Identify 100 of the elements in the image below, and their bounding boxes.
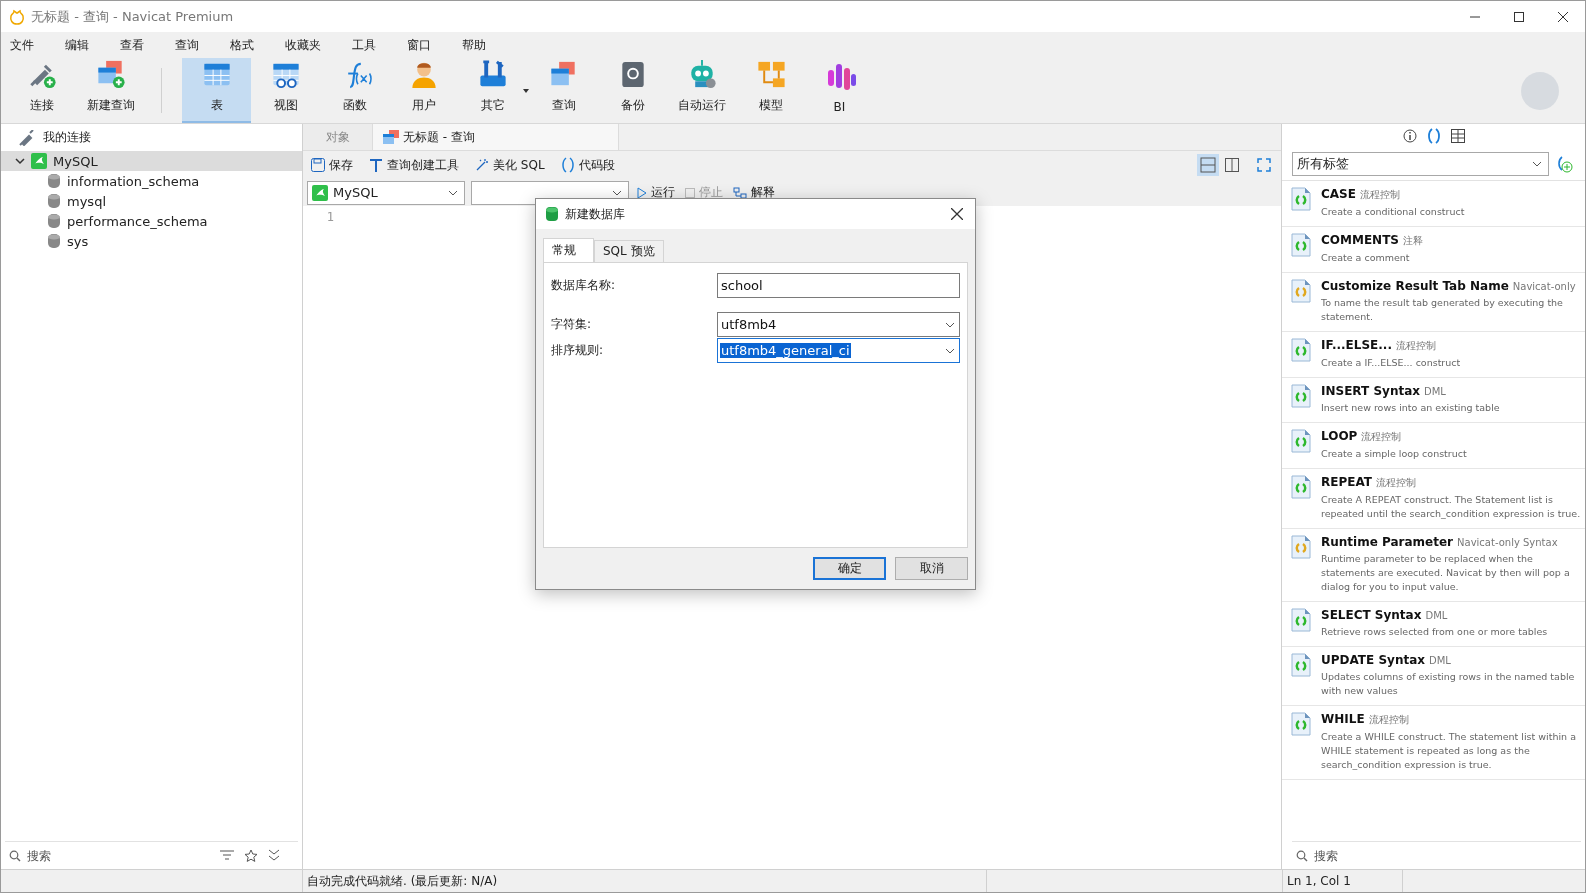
menu-item[interactable]: 查询: [168, 36, 211, 54]
magic-wand-icon: [475, 158, 489, 172]
ok-button[interactable]: 确定: [813, 557, 886, 580]
tree-item[interactable]: MySQL: [1, 151, 302, 171]
menu-item[interactable]: 工具: [345, 36, 388, 54]
toolbar-button[interactable]: 运行: [635, 184, 677, 201]
menu-item[interactable]: 格式: [223, 36, 266, 54]
snippet-item[interactable]: SELECT Syntax DML Retrieve rows selected from one or more tables: [1282, 602, 1585, 647]
toolbar-button[interactable]: 用户: [389, 58, 458, 123]
chevron-down-icon[interactable]: [15, 156, 25, 166]
tab[interactable]: SQL 预览: [594, 240, 664, 262]
snippet-item[interactable]: INSERT Syntax DML Insert new rows into an existing table: [1282, 378, 1585, 423]
toolbar-button[interactable]: 新建查询: [76, 58, 145, 123]
explain-icon: [733, 186, 747, 199]
search-icon: [1296, 849, 1308, 862]
toolbar-button[interactable]: 函数: [320, 58, 389, 123]
fullscreen-icon[interactable]: [1257, 158, 1271, 172]
snippet-icon: [1291, 712, 1311, 736]
tree-item[interactable]: information_schema: [1, 171, 302, 191]
snippet-item[interactable]: UPDATE Syntax DML Updates columns of existing rows in the named table with new values: [1282, 647, 1585, 706]
menu-item[interactable]: 编辑: [58, 36, 101, 54]
tree-item[interactable]: performance_schema: [1, 211, 302, 231]
builder-icon: [369, 158, 383, 172]
search-field[interactable]: 搜索: [1312, 847, 1462, 864]
toolbar-button[interactable]: 视图: [251, 58, 320, 123]
search-icon: [9, 849, 21, 862]
snippet-icon: [1291, 535, 1311, 559]
menu-item[interactable]: 窗口: [400, 36, 443, 54]
toolbar-button[interactable]: 查询: [529, 58, 598, 123]
connection-select[interactable]: MySQL: [307, 180, 465, 205]
database-icon: [47, 173, 61, 189]
snippet-item[interactable]: CASE 流程控制 Create a conditional construct: [1282, 181, 1585, 227]
select-field[interactable]: utf8mb4_general_ci: [717, 338, 960, 363]
chevron-down-icon: [1532, 161, 1542, 167]
save-icon: [311, 158, 325, 172]
snippet-icon: [1291, 429, 1311, 453]
snippet-item[interactable]: COMMENTS 注释 Create a comment: [1282, 227, 1585, 273]
toolbar-button[interactable]: 表: [182, 58, 251, 123]
toolbar-button[interactable]: 其它: [458, 58, 527, 123]
toolbar-button[interactable]: 模型: [736, 58, 805, 123]
tree-item[interactable]: sys: [1, 231, 302, 251]
tag-filter-select[interactable]: 所有标签: [1292, 152, 1549, 176]
toolbar-button[interactable]: 自动运行: [667, 58, 736, 123]
snippet-icon: [1291, 608, 1311, 632]
snippet-item[interactable]: LOOP 流程控制 Create a simple loop construct: [1282, 423, 1585, 469]
snippet-item[interactable]: Runtime Parameter Navicat-only Syntax Runtime parameter to be replaced when the statements are executed. Navicat by then will pop a dialog for you to input value.: [1282, 529, 1585, 602]
field-label: 排序规则:: [551, 342, 604, 359]
query-icon: [383, 130, 399, 144]
dolphin-icon: [31, 153, 47, 169]
collapse-icon[interactable]: [268, 848, 280, 861]
status-message: 自动完成代码就绪. (最后更新: N/A): [303, 870, 987, 892]
braces-icon: [560, 157, 575, 173]
toolbar-button[interactable]: 查询创建工具: [367, 156, 461, 174]
toolbar-button[interactable]: 代码段: [558, 156, 617, 174]
add-snippet-icon[interactable]: [1555, 155, 1573, 173]
toolbar-button[interactable]: 美化 SQL: [473, 156, 547, 174]
search-field[interactable]: 搜索: [25, 847, 175, 864]
select-field[interactable]: utf8mb4: [717, 312, 960, 337]
snippet-icon: [1291, 279, 1311, 303]
dropdown-arrow-icon[interactable]: [523, 88, 529, 93]
close-icon: [1558, 11, 1568, 22]
chevron-down-icon: [612, 189, 622, 196]
maximize-icon: [1514, 11, 1524, 22]
snippet-item[interactable]: WHILE 流程控制 Create a WHILE construct. The statement list within a WHILE statement is repeated as long as the search_condition expression is true.: [1282, 706, 1585, 780]
toolbar-button[interactable]: 保存: [309, 156, 355, 174]
play-icon: [637, 186, 647, 199]
tree-item[interactable]: mysql: [1, 191, 302, 211]
split-vertical-icon[interactable]: [1225, 158, 1239, 172]
menu-item[interactable]: 查看: [113, 36, 156, 54]
snippet-icon: [1291, 653, 1311, 677]
snippet-icon: [1291, 338, 1311, 362]
snippet-icon: [1291, 475, 1311, 499]
snippet-icon: [1291, 187, 1311, 211]
cancel-button[interactable]: 取消: [895, 557, 968, 580]
chevron-down-icon: [945, 321, 955, 328]
tab[interactable]: 常规: [543, 238, 594, 262]
field-label: 字符集:: [551, 316, 592, 333]
menu-item[interactable]: 帮助: [455, 36, 498, 54]
snippet-item[interactable]: Customize Result Tab Name Navicat-only To name the result tab generated by executing the statement.: [1282, 273, 1585, 332]
snippet-item[interactable]: REPEAT 流程控制 Create A REPEAT construct. The Statement list is repeated until the search_condition expression is true.: [1282, 469, 1585, 529]
input-field[interactable]: school: [717, 273, 960, 298]
braces-icon[interactable]: [1426, 128, 1441, 144]
toolbar-button[interactable]: 连接: [7, 58, 76, 123]
snippet-icon: [1291, 384, 1311, 408]
snippet-icon: [1291, 233, 1311, 257]
chevron-down-icon: [945, 347, 955, 354]
line-number: 1: [325, 210, 334, 224]
menu-item[interactable]: 文件: [3, 36, 46, 54]
toolbar-button[interactable]: BI: [805, 58, 874, 123]
database-icon: [545, 206, 559, 222]
tab[interactable]: 无标题 - 查询: [373, 124, 619, 150]
star-icon[interactable]: [244, 848, 258, 863]
menu-item[interactable]: 收藏夹: [278, 36, 333, 54]
section-title: 我的连接: [43, 129, 91, 146]
toolbar-button[interactable]: 备份: [598, 58, 667, 123]
field-label: 数据库名称:: [551, 277, 616, 294]
snippet-item[interactable]: IF...ELSE... 流程控制 Create a IF...ELSE... construct: [1282, 332, 1585, 378]
info-icon[interactable]: [1402, 129, 1417, 143]
toolbar-button[interactable]: 解释: [731, 184, 777, 201]
grid-icon[interactable]: [1450, 129, 1465, 143]
